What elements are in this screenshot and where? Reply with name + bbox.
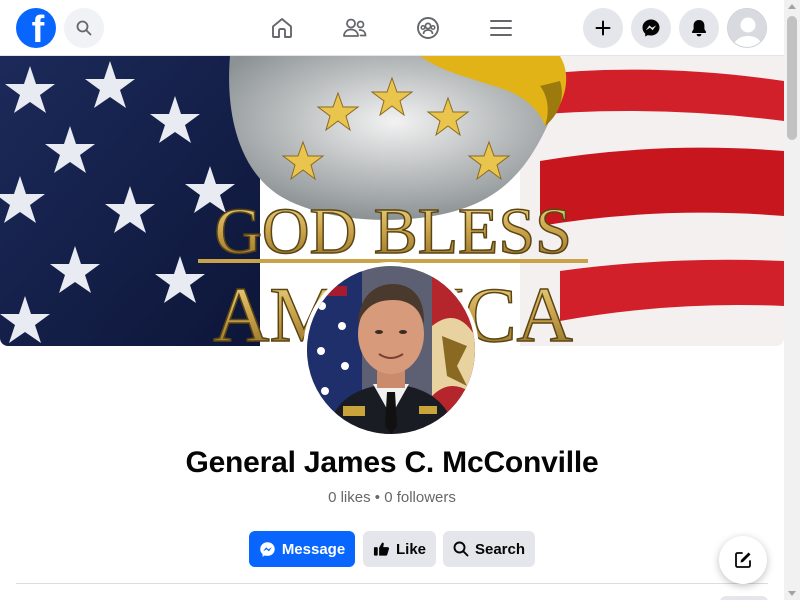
scroll-down-arrow-icon[interactable] (788, 591, 796, 596)
nav-tab-groups[interactable] (408, 8, 448, 48)
profile-page: f GOD BLESS General James C. McConville … (0, 0, 800, 600)
create-button[interactable] (583, 8, 623, 48)
menu-icon (490, 20, 512, 36)
search-icon (453, 541, 469, 557)
groups-icon (417, 17, 439, 39)
facebook-logo-glyph: f (31, 9, 45, 48)
compose-icon (735, 552, 751, 568)
profile-stats: 0 likes • 0 followers (328, 489, 456, 506)
facebook-logo[interactable]: f (16, 8, 56, 48)
cover-banner-line1: GOD BLESS (214, 195, 572, 268)
thumbs-up-icon (373, 542, 390, 556)
messenger-button[interactable] (631, 8, 671, 48)
default-avatar-icon (728, 9, 766, 47)
search-button[interactable] (64, 8, 104, 48)
scroll-up-arrow-icon[interactable] (788, 4, 796, 9)
bell-icon (691, 20, 707, 37)
messenger-icon (642, 19, 660, 37)
plus-icon (595, 20, 611, 36)
messenger-icon (260, 541, 275, 557)
nav-tab-friends[interactable] (335, 8, 375, 48)
like-button[interactable]: Like (363, 531, 436, 567)
search-button-label: Search (474, 540, 526, 558)
like-button-label: Like (395, 540, 426, 558)
profile-name: General James C. McConville (185, 446, 599, 479)
notifications-button[interactable] (679, 8, 719, 48)
nav-tab-home[interactable] (262, 8, 302, 48)
new-message-button[interactable] (719, 536, 767, 584)
home-icon (272, 18, 292, 38)
scrollbar-thumb[interactable] (787, 16, 797, 140)
top-navigation-bar: f (0, 0, 784, 56)
page-scrollbar[interactable] (784, 0, 800, 600)
search-page-button[interactable]: Search (443, 531, 535, 567)
profile-photo (307, 266, 475, 434)
message-button-label: Message (281, 540, 346, 558)
profile-picture[interactable] (303, 262, 479, 438)
section-divider (16, 583, 768, 584)
account-avatar[interactable] (727, 8, 767, 48)
nav-tab-menu[interactable] (481, 8, 521, 48)
next-section-peek (720, 596, 768, 600)
message-button[interactable]: Message (249, 531, 355, 567)
friends-icon (343, 18, 367, 37)
search-icon (76, 20, 92, 36)
